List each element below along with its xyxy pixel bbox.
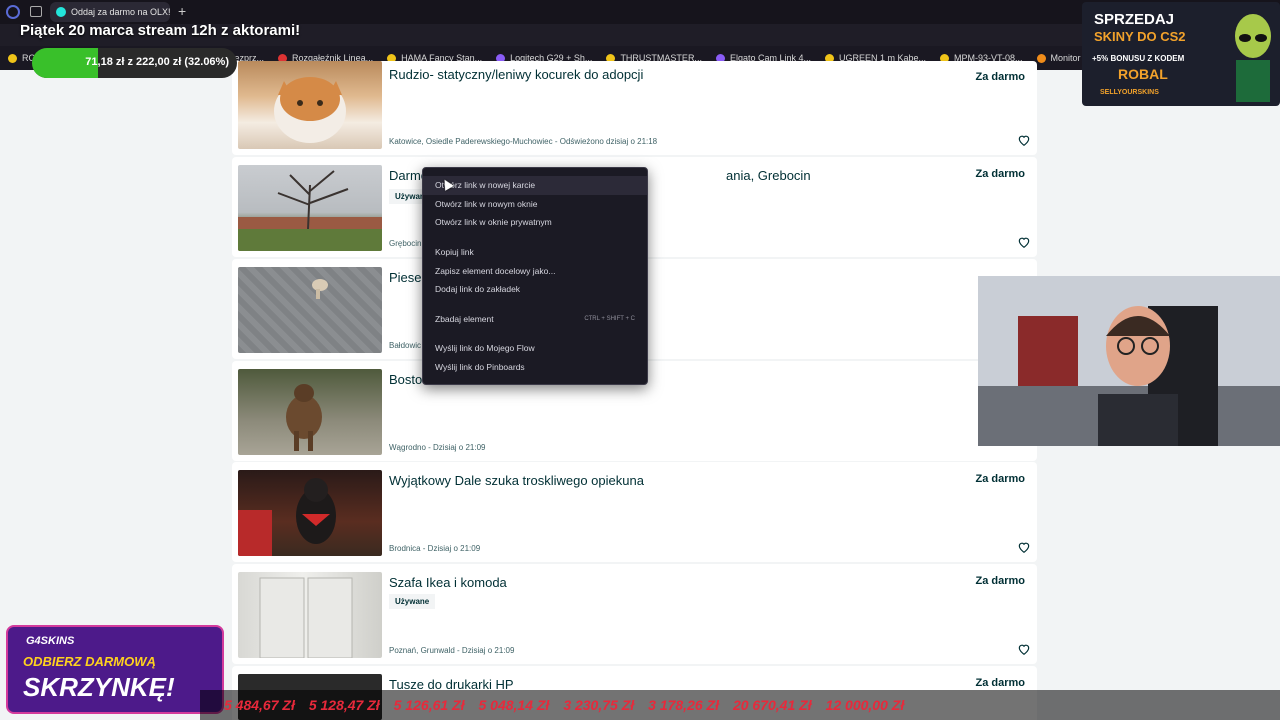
ticker-amount: 3 230,75 Zł	[563, 697, 635, 713]
menu-item-label: Otwórz link w oknie prywatnym	[435, 217, 552, 228]
tab-list-icon[interactable]	[30, 6, 42, 17]
listing-location: Bałdowic	[389, 341, 422, 350]
stream-title: Piątek 20 marca stream 12h z aktorami!	[20, 22, 301, 39]
ticker-amount: 3 178,26 Zł	[648, 697, 719, 713]
menu-open-private-window[interactable]: Otwórz link w oknie prywatnym	[423, 213, 647, 232]
listing-price: Za darmo	[975, 168, 1025, 180]
listing-card[interactable]: Szafa Ikea i komoda Używane Za darmo Poz…	[232, 564, 1037, 664]
listing-price: Za darmo	[975, 473, 1025, 485]
ticker-amount: 5 126,61 Zł	[393, 697, 465, 713]
menu-open-new-tab[interactable]: Otwórz link w nowej karcie	[423, 176, 647, 195]
condition-badge: Używane	[389, 594, 436, 609]
alien-mascot-icon	[1235, 14, 1271, 102]
listing-price: Za darmo	[975, 677, 1025, 689]
listing-title[interactable]: Bosto	[389, 372, 422, 387]
bookmark-item[interactable]: Monitor	[1036, 53, 1081, 63]
favorite-heart-icon[interactable]	[1017, 540, 1031, 554]
listing-location: Wągrodno - Dzisiaj o 21:09	[389, 443, 486, 452]
listing-location: Katowice, Osiedle Paderewskiego-Muchowie…	[389, 137, 658, 146]
ticker-amount: 5 484,67 Zł	[224, 697, 295, 713]
favorite-heart-icon[interactable]	[1017, 235, 1031, 249]
bookmark-icon	[1036, 53, 1046, 63]
ad-subheadline: SKINY DO CS2	[1094, 29, 1186, 44]
bookmark-icon	[8, 53, 17, 63]
listing-photo-wardrobe[interactable]	[238, 572, 382, 658]
menu-copy-link[interactable]: Kopiuj link	[423, 243, 647, 262]
menu-item-label: Zapisz element docelowy jako...	[435, 265, 556, 276]
streamer-webcam	[978, 276, 1280, 446]
listing-title[interactable]: Szafa Ikea i komoda	[389, 575, 507, 590]
bookmark-label: Monitor	[1050, 53, 1081, 63]
menu-item-label: Wyślij link do Pinboards	[435, 362, 525, 373]
ticker-amount: 5 048,14 Zł	[478, 697, 550, 713]
donation-goal-text: 71,18 zł z 222,00 zł (32.06%)	[85, 56, 229, 68]
ad-code: ROBAL	[1118, 66, 1168, 82]
listing-card[interactable]: Wyjątkowy Dale szuka troskliwego opiekun…	[232, 462, 1037, 562]
listing-title-tail[interactable]: ania, Grebocin	[726, 168, 811, 183]
ad-brand: SELLYOURSKINS	[1100, 89, 1159, 96]
tab-olx[interactable]: Oddaj za darmo na OLX! D	[50, 2, 170, 22]
listing-photo-cat[interactable]	[238, 61, 382, 149]
listing-title[interactable]: Rudzio- statyczny/leniwy kocurek do adop…	[389, 67, 643, 82]
favorite-heart-icon[interactable]	[1017, 642, 1031, 656]
tab-title: Oddaj za darmo na OLX! D	[71, 7, 170, 17]
listing-price: Za darmo	[975, 575, 1025, 587]
menu-send-pinboards[interactable]: Wyślij link do Pinboards	[423, 358, 647, 377]
browser-logo-icon[interactable]	[6, 5, 20, 19]
menu-bookmark-link[interactable]: Dodaj link do zakładek	[423, 280, 647, 299]
menu-open-new-window[interactable]: Otwórz link w nowym oknie	[423, 195, 647, 214]
favorite-heart-icon[interactable]	[1017, 133, 1031, 147]
listing-photo-dog-dale[interactable]	[238, 470, 382, 556]
ticker-amount: 5 128,47 Zł	[308, 697, 380, 713]
menu-shortcut: CTRL + SHIFT + C	[584, 315, 635, 322]
donation-ticker: 5 484,67 Zł 5 128,47 Zł 5 126,61 Zł 5 04…	[200, 690, 1280, 720]
listing-photo-dog[interactable]	[238, 369, 382, 455]
olx-favicon-icon	[56, 7, 66, 17]
sponsor-ad-bottom[interactable]: G4SKINS ODBIERZ DARMOWĄ SKRZYNKĘ!	[6, 625, 224, 714]
listing-card[interactable]: Rudzio- statyczny/leniwy kocurek do adop…	[232, 61, 1037, 155]
ad-brand: G4SKINS	[26, 635, 75, 647]
context-menu: Otwórz link w nowej karcie Otwórz link w…	[422, 167, 648, 385]
ad-headline: ODBIERZ DARMOWĄ	[23, 654, 156, 669]
donation-goal-bar: 71,18 zł z 222,00 zł (32.06%)	[32, 48, 237, 78]
menu-item-label: Zbadaj element	[435, 313, 494, 324]
menu-item-label: Otwórz link w nowym oknie	[435, 198, 538, 209]
menu-separator	[423, 232, 647, 243]
menu-item-label: Wyślij link do Mojego Flow	[435, 343, 535, 354]
ad-subheadline: SKRZYNKĘ!	[23, 672, 175, 702]
ad-bonus: +5% BONUSU Z KODEM	[1092, 54, 1185, 63]
new-tab-button[interactable]: +	[178, 3, 186, 19]
menu-save-target[interactable]: Zapisz element docelowy jako...	[423, 261, 647, 280]
menu-separator	[423, 328, 647, 339]
listing-price: Za darmo	[975, 71, 1025, 83]
listing-location: Grębocin	[389, 239, 422, 248]
listing-title[interactable]: Wyjątkowy Dale szuka troskliwego opiekun…	[389, 473, 644, 488]
ticker-amount: 20 670,41 Zł	[732, 697, 812, 713]
menu-send-my-flow[interactable]: Wyślij link do Mojego Flow	[423, 339, 647, 358]
menu-separator	[423, 299, 647, 310]
listing-location: Poznań, Grunwald - Dzisiaj o 21:09	[389, 646, 515, 655]
listing-location: Brodnica - Dzisiaj o 21:09	[389, 544, 481, 553]
listing-photo-house[interactable]	[238, 165, 382, 251]
ticker-amount: 12 000,00 Zł	[825, 697, 905, 713]
menu-item-label: Dodaj link do zakładek	[435, 284, 521, 295]
ad-headline: SPRZEDAJ	[1094, 11, 1175, 28]
listing-photo-dog-street[interactable]	[238, 267, 382, 353]
sponsor-ad-top[interactable]: SPRZEDAJ SKINY DO CS2 +5% BONUSU Z KODEM…	[1082, 2, 1280, 106]
menu-inspect-element[interactable]: Zbadaj element CTRL + SHIFT + C	[423, 310, 647, 329]
menu-item-label: Kopiuj link	[435, 247, 474, 258]
